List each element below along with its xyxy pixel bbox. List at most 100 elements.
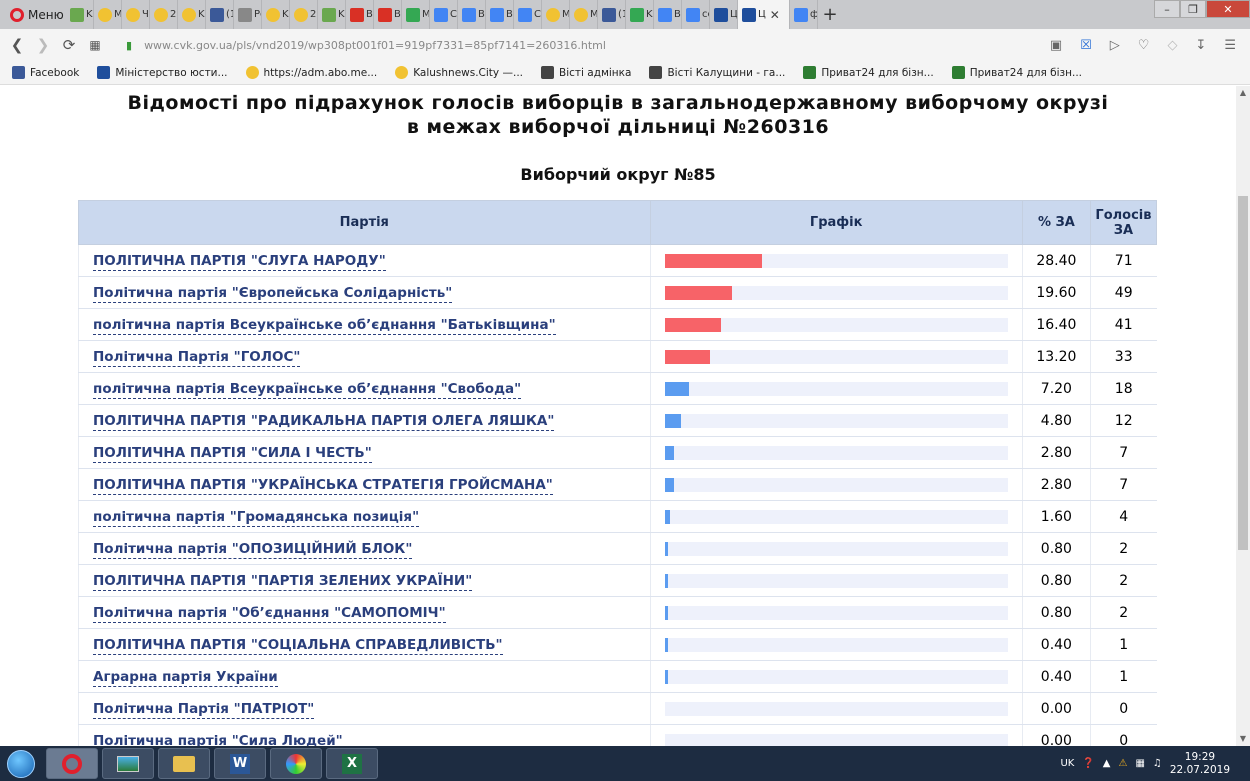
party-cell: ПОЛІТИЧНА ПАРТІЯ "СИЛА І ЧЕСТЬ" <box>78 436 651 469</box>
browser-tab[interactable]: Ц ✕ <box>738 0 790 29</box>
opera-icon <box>62 753 82 774</box>
browser-tab[interactable]: (1 <box>206 0 234 29</box>
party-link[interactable]: Аграрна партія України <box>93 668 278 687</box>
browser-tab[interactable]: Bx <box>374 0 402 29</box>
bookmark-label: Приват24 для бізн... <box>821 66 934 79</box>
clock-date: 22.07.2019 <box>1169 763 1230 776</box>
send-icon[interactable]: ▷ <box>1110 38 1120 53</box>
graph-cell <box>649 596 1023 629</box>
party-link[interactable]: Політична партія "ОПОЗИЦІЙНИЙ БЛОК" <box>93 540 413 559</box>
scroll-down-icon[interactable]: ▼ <box>1236 732 1250 746</box>
volume-icon[interactable]: ♫ <box>1153 758 1162 769</box>
percent-cell: 28.40 <box>1021 244 1091 277</box>
party-link[interactable]: ПОЛІТИЧНА ПАРТІЯ "СОЦІАЛЬНА СПРАВЕДЛИВІС… <box>93 636 503 655</box>
network-icon[interactable]: ▦ <box>1135 758 1144 769</box>
minimize-button[interactable]: – <box>1154 0 1180 18</box>
browser-tab[interactable]: Ct <box>430 0 458 29</box>
url-field[interactable]: ▮ www.cvk.gov.ua/pls/vnd2019/wp308pt001f0… <box>126 39 606 52</box>
scrollbar-thumb[interactable] <box>1238 196 1248 550</box>
result-row: політична партія "Громадянська позиція" 1… <box>78 500 1157 533</box>
browser-tab[interactable]: M <box>570 0 598 29</box>
docs-icon <box>434 7 448 22</box>
browser-tab[interactable]: Bi <box>486 0 514 29</box>
browser-tab[interactable]: Bi <box>458 0 486 29</box>
party-link[interactable]: Політична партія "Сила Людей" <box>93 732 343 746</box>
opera-menu-button[interactable]: Меню <box>0 0 66 29</box>
warning-icon[interactable]: ⚠ <box>1118 758 1127 769</box>
graph-cell <box>649 308 1023 341</box>
taskbar-excel[interactable]: X <box>326 748 378 779</box>
bookmark-item[interactable]: Приват24 для бізн... <box>940 66 1088 79</box>
browser-tab[interactable]: Ka <box>318 0 346 29</box>
reload-icon[interactable]: ⟳ <box>56 36 82 54</box>
taskbar-opera[interactable] <box>46 748 98 779</box>
adblock-icon[interactable]: ☒ <box>1080 38 1092 53</box>
browser-tab[interactable]: Ka <box>262 0 290 29</box>
new-tab-button[interactable]: + <box>818 0 842 29</box>
browser-tab[interactable]: Bx <box>346 0 374 29</box>
browser-tab[interactable]: Чі <box>122 0 150 29</box>
party-link[interactable]: ПОЛІТИЧНА ПАРТІЯ "ПАРТІЯ ЗЕЛЕНИХ УКРАЇНИ… <box>93 572 473 591</box>
restore-button[interactable]: ❐ <box>1180 0 1206 18</box>
party-link[interactable]: Політична Партія "ГОЛОС" <box>93 348 301 367</box>
party-link[interactable]: політична партія Всеукраїнське об’єднанн… <box>93 380 522 399</box>
forward-icon[interactable]: ❯ <box>30 36 56 54</box>
bar-track <box>664 349 1008 364</box>
back-icon[interactable]: ❮ <box>4 36 30 54</box>
language-indicator[interactable]: UK <box>1060 758 1074 769</box>
party-link[interactable]: ПОЛІТИЧНА ПАРТІЯ "СИЛА І ЧЕСТЬ" <box>93 444 372 463</box>
bookmark-icon <box>12 66 25 79</box>
party-link[interactable]: ПОЛІТИЧНА ПАРТІЯ "УКРАЇНСЬКА СТРАТЕГІЯ Г… <box>93 476 553 495</box>
close-tab-icon[interactable]: ✕ <box>770 8 780 22</box>
vpn-icon[interactable]: ◇ <box>1167 38 1177 53</box>
bookmark-item[interactable]: Вісті Калущини - га... <box>637 66 791 79</box>
page-scrollbar[interactable]: ▲ ▼ <box>1236 86 1250 746</box>
browser-tab[interactable]: Ka <box>66 0 94 29</box>
browser-tab[interactable]: Pc <box>234 0 262 29</box>
browser-tab[interactable]: C <box>514 0 542 29</box>
party-link[interactable]: Політична Партія "ПАТРІОТ" <box>93 700 315 719</box>
browser-tab[interactable]: 25 <box>150 0 178 29</box>
opera-logo-icon <box>10 7 24 22</box>
menu-label: Меню <box>28 7 64 22</box>
browser-tab[interactable]: M <box>402 0 430 29</box>
heart-icon[interactable]: ♡ <box>1138 38 1150 53</box>
system-clock[interactable]: 19:29 22.07.2019 <box>1170 751 1230 777</box>
party-link[interactable]: політична партія "Громадянська позиція" <box>93 508 420 527</box>
bookmark-item[interactable]: Приват24 для бізн... <box>791 66 939 79</box>
party-link[interactable]: політична партія Всеукраїнське об’єднанн… <box>93 316 556 335</box>
browser-tab[interactable]: Bi <box>654 0 682 29</box>
browser-tab[interactable]: Ka <box>178 0 206 29</box>
party-link[interactable]: Політична партія "Європейська Солідарніс… <box>93 284 453 303</box>
taskbar-photos[interactable] <box>102 748 154 779</box>
start-button[interactable] <box>0 746 42 781</box>
party-link[interactable]: Політична партія "Об’єднання "САМОПОМІЧ" <box>93 604 446 623</box>
browser-tab[interactable]: (1 <box>598 0 626 29</box>
camera-icon[interactable]: ▣ <box>1050 38 1062 53</box>
browser-tab[interactable]: 25 <box>290 0 318 29</box>
download-icon[interactable]: ↧ <box>1195 38 1206 53</box>
browser-tab[interactable]: Ц <box>710 0 738 29</box>
tray-expand-icon[interactable]: ▲ <box>1103 758 1111 769</box>
taskbar-paint[interactable] <box>270 748 322 779</box>
browser-tab[interactable]: Ka <box>626 0 654 29</box>
party-link[interactable]: ПОЛІТИЧНА ПАРТІЯ "РАДИКАЛЬНА ПАРТІЯ ОЛЕГ… <box>93 412 555 431</box>
taskbar-word[interactable]: W <box>214 748 266 779</box>
bookmark-item[interactable]: Вісті адмінка <box>529 66 637 79</box>
speed-dial-icon[interactable]: ▦ <box>82 38 108 52</box>
taskbar-explorer[interactable] <box>158 748 210 779</box>
party-link[interactable]: ПОЛІТИЧНА ПАРТІЯ "СЛУГА НАРОДУ" <box>93 252 386 271</box>
close-window-button[interactable]: ✕ <box>1206 0 1250 18</box>
bookmark-item[interactable]: Міністерство юсти... <box>85 66 233 79</box>
bookmark-item[interactable]: Kalushnews.City —... <box>383 66 529 79</box>
browser-tab[interactable]: ce <box>682 0 710 29</box>
help-icon[interactable]: ❓ <box>1082 758 1094 769</box>
browser-tab[interactable]: M <box>94 0 122 29</box>
scroll-up-icon[interactable]: ▲ <box>1236 86 1250 100</box>
bookmark-item[interactable]: https://adm.abo.me... <box>234 66 384 79</box>
easy-setup-icon[interactable]: ☰ <box>1224 38 1236 53</box>
doc-icon <box>238 7 252 22</box>
browser-tab[interactable]: ф <box>790 0 818 29</box>
bookmark-item[interactable]: Facebook <box>0 66 85 79</box>
browser-tab[interactable]: M <box>542 0 570 29</box>
